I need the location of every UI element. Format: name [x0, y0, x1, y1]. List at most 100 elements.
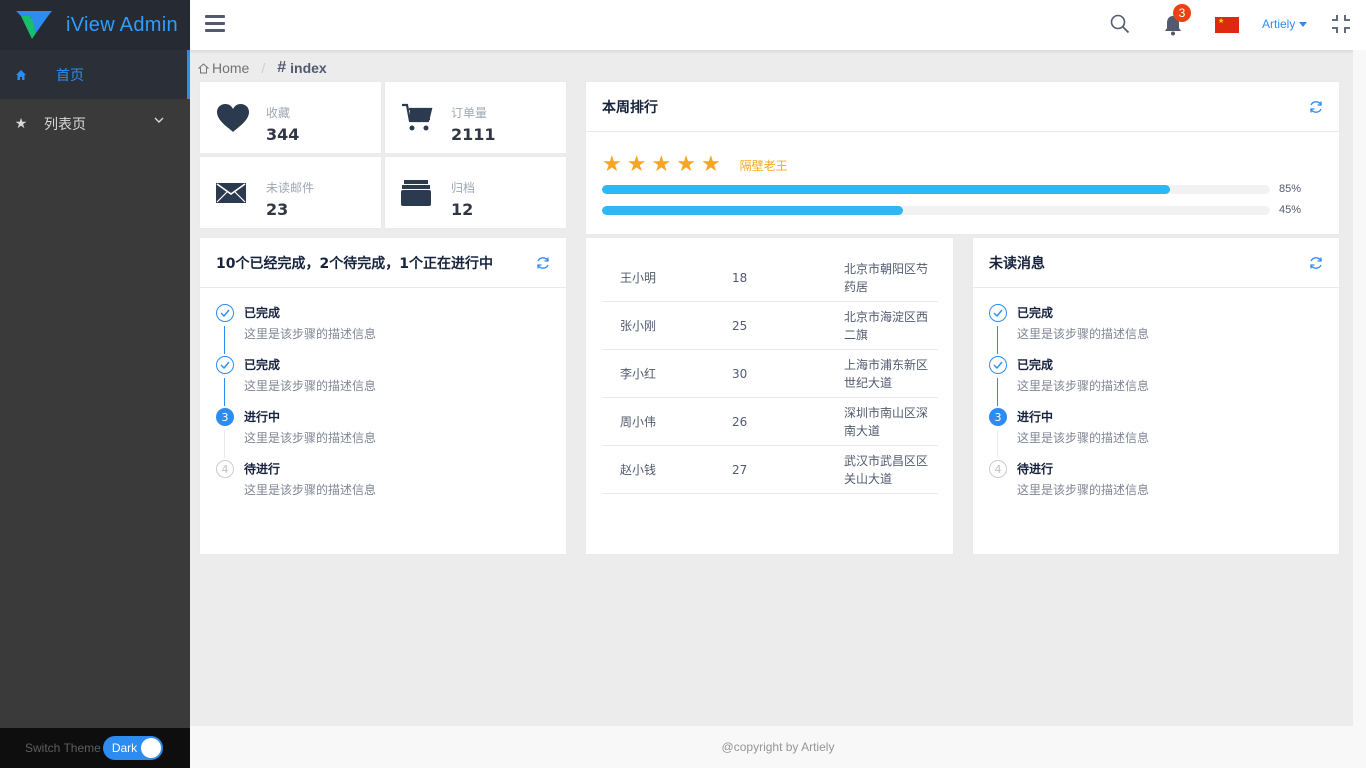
- step-item: 已完成 这里是该步骤的描述信息: [216, 356, 376, 408]
- cell-age: 18: [732, 270, 748, 285]
- stat-label: 订单量: [451, 106, 488, 120]
- theme-toggle[interactable]: Dark: [102, 736, 163, 760]
- progress-text: 85%: [1279, 183, 1302, 195]
- refresh-icon[interactable]: [1309, 100, 1323, 114]
- cell-age: 30: [732, 366, 748, 381]
- stat-value: 344: [266, 125, 300, 144]
- cell-age: 25: [732, 318, 748, 333]
- star-icon[interactable]: ★: [602, 154, 622, 176]
- breadcrumb-home-label: Home: [212, 60, 250, 76]
- refresh-icon[interactable]: [1309, 256, 1323, 270]
- step-number: 4: [216, 460, 234, 478]
- notification-badge: 3: [1173, 4, 1191, 22]
- cell-name: 周小伟: [620, 415, 657, 429]
- theme-switch-bar: Switch Theme Dark: [0, 728, 190, 768]
- breadcrumb-current-label: index: [290, 60, 327, 76]
- step-item: 4 待进行 这里是该步骤的描述信息: [989, 460, 1149, 512]
- step-desc: 这里是该步骤的描述信息: [1017, 431, 1150, 445]
- heart-icon: [216, 102, 250, 134]
- rating: ★ ★ ★ ★ ★ 隔壁老王: [602, 154, 788, 176]
- stat-value: 2111: [451, 125, 496, 144]
- chevron-down-icon: [154, 117, 164, 123]
- ranking-card: 本周排行 ★ ★ ★ ★ ★ 隔壁老王 85% 45%: [585, 81, 1340, 235]
- exit-fullscreen-icon[interactable]: [1331, 14, 1351, 34]
- stat-card-unread-mail: 未读邮件 23: [199, 156, 382, 229]
- search-icon[interactable]: [1110, 14, 1130, 34]
- card-title: 10个已经完成，2个待完成，1个正在进行中: [216, 255, 493, 272]
- step-desc: 这里是该步骤的描述信息: [1017, 327, 1150, 341]
- star-icon[interactable]: ★: [651, 154, 671, 176]
- cell-name: 赵小钱: [620, 463, 657, 477]
- check-icon: [216, 356, 234, 374]
- step-item: 3 进行中 这里是该步骤的描述信息: [989, 408, 1149, 460]
- cart-icon: [401, 102, 435, 134]
- menu-toggle-icon[interactable]: [205, 15, 225, 33]
- copyright-text: @copyright by Artiely: [721, 740, 835, 754]
- step-desc: 这里是该步骤的描述信息: [244, 379, 377, 393]
- step-title: 已完成: [244, 306, 281, 320]
- stat-card-archive: 归档 12: [384, 156, 567, 229]
- step-connector: [997, 326, 998, 354]
- cell-age: 26: [732, 414, 748, 429]
- step-connector: [224, 378, 225, 406]
- people-table-card: 王小明 18 北京市朝阳区芍药居 张小刚 25 北京市海淀区西二旗 李小红 30…: [585, 237, 954, 555]
- step-title: 待进行: [244, 462, 281, 476]
- header: 3 ★ Artiely: [190, 0, 1366, 50]
- sidebar-item-list[interactable]: ★ 列表页: [0, 99, 190, 148]
- step-connector: [224, 430, 225, 458]
- step-item: 已完成 这里是该步骤的描述信息: [989, 356, 1149, 408]
- progress-bar: 85%: [602, 181, 1302, 197]
- breadcrumb-home[interactable]: Home: [198, 60, 249, 76]
- step-desc: 这里是该步骤的描述信息: [1017, 379, 1150, 393]
- progress-bar: 45%: [602, 202, 1302, 218]
- mail-icon: [216, 177, 250, 209]
- cell-name: 李小红: [620, 367, 657, 381]
- sidebar: iView Admin 首页 ★ 列表页 Switch Theme Dark: [0, 0, 190, 768]
- toggle-knob: [140, 738, 161, 758]
- step-item: 已完成 这里是该步骤的描述信息: [216, 304, 376, 356]
- star-icon[interactable]: ★: [627, 154, 647, 176]
- hash-icon: #: [277, 59, 287, 76]
- people-table: 王小明 18 北京市朝阳区芍药居 张小刚 25 北京市海淀区西二旗 李小红 30…: [602, 254, 938, 494]
- progress-text: 45%: [1279, 204, 1302, 216]
- step-title: 进行中: [1017, 410, 1054, 424]
- progress-track: [602, 205, 1270, 215]
- step-item: 已完成 这里是该步骤的描述信息: [989, 304, 1149, 356]
- check-icon: [216, 304, 234, 322]
- sidebar-item-label: 首页: [56, 67, 84, 84]
- cell-name: 张小刚: [620, 319, 657, 333]
- stat-label: 收藏: [266, 106, 291, 120]
- steps: 已完成 这里是该步骤的描述信息 已完成 这里是该步骤的描述信息 3 进行中 这里…: [216, 304, 376, 512]
- table-row: 王小明 18 北京市朝阳区芍药居: [602, 254, 938, 302]
- progress-fill: [602, 205, 903, 215]
- stat-value: 23: [266, 200, 289, 219]
- refresh-icon[interactable]: [536, 256, 550, 270]
- step-number: 3: [989, 408, 1007, 426]
- step-item: 3 进行中 这里是该步骤的描述信息: [216, 408, 376, 460]
- step-item: 4 待进行 这里是该步骤的描述信息: [216, 460, 376, 512]
- step-connector: [997, 430, 998, 458]
- stat-value: 12: [451, 200, 474, 219]
- step-desc: 这里是该步骤的描述信息: [244, 483, 377, 497]
- star-icon[interactable]: ★: [701, 154, 721, 176]
- user-menu[interactable]: Artiely: [1262, 17, 1307, 31]
- steps: 已完成 这里是该步骤的描述信息 已完成 这里是该步骤的描述信息 3 进行中 这里…: [989, 304, 1149, 512]
- cell-name: 王小明: [620, 271, 657, 285]
- step-title: 已完成: [1017, 358, 1054, 372]
- logo[interactable]: iView Admin: [0, 0, 190, 50]
- step-number: 4: [989, 460, 1007, 478]
- step-title: 已完成: [1017, 306, 1054, 320]
- sidebar-item-home[interactable]: 首页: [0, 50, 190, 99]
- star-icon[interactable]: ★: [676, 154, 696, 176]
- tasks-card: 10个已经完成，2个待完成，1个正在进行中 已完成 这里是该步骤的描述信息 已完…: [199, 237, 567, 555]
- stat-label: 归档: [451, 181, 476, 195]
- stat-label: 未读邮件: [266, 181, 315, 195]
- page-scrollbar[interactable]: [1353, 50, 1366, 726]
- cell-address: 上海市浦东新区世纪大道: [844, 357, 929, 390]
- progress-fill: [602, 184, 1170, 194]
- check-icon: [989, 304, 1007, 322]
- step-desc: 这里是该步骤的描述信息: [244, 327, 377, 341]
- table-row: 李小红 30 上海市浦东新区世纪大道: [602, 350, 938, 398]
- language-flag-icon[interactable]: ★: [1215, 17, 1239, 33]
- stat-card-favorites: 收藏 344: [199, 81, 382, 154]
